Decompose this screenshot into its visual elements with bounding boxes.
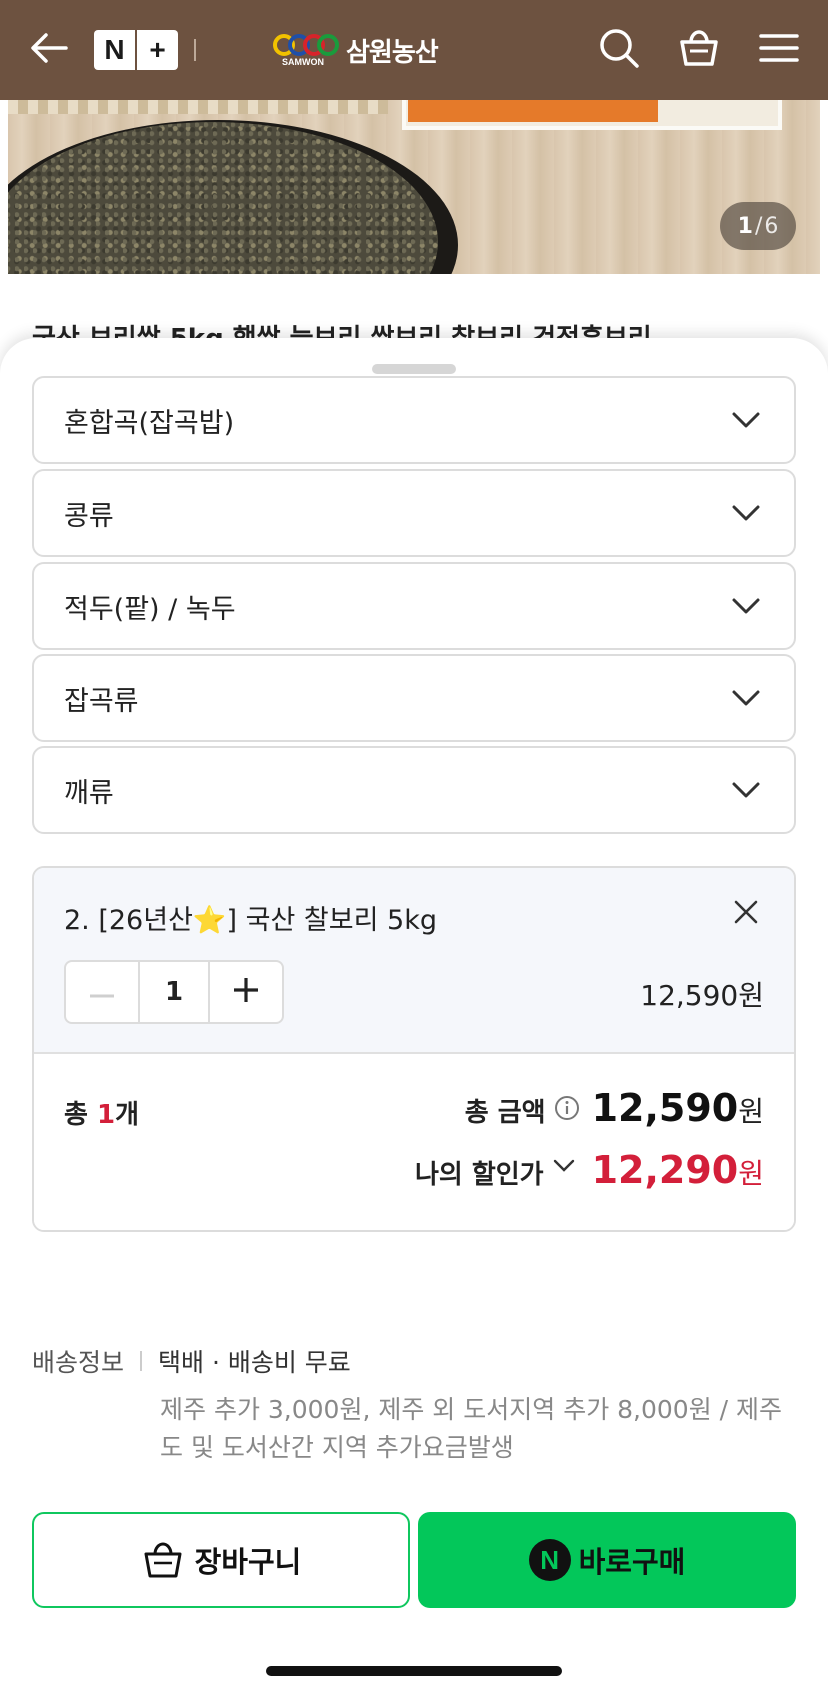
chevron-down-icon [728, 588, 764, 624]
minus-icon [89, 983, 115, 1002]
sheet-handle[interactable] [372, 364, 456, 374]
grain-strip [8, 100, 388, 114]
count-prefix: 총 [64, 1100, 97, 1130]
search-icon [598, 27, 640, 73]
home-indicator [266, 1666, 562, 1676]
quantity-value[interactable]: 1 [138, 962, 210, 1022]
option-select-red-bean[interactable]: 적두(팥) / 녹두 [32, 562, 796, 650]
store-brand[interactable]: SAMWON 삼원농산 [272, 31, 439, 69]
menu-button[interactable] [754, 25, 804, 75]
quantity-stepper: 1 [64, 960, 284, 1024]
chevron-down-icon [728, 495, 764, 531]
menu-icon [759, 32, 799, 68]
product-image-gallery[interactable]: 1 / 6 [8, 100, 820, 274]
shipping-info: 배송정보 택배 · 배송비 무료 제주 추가 3,000원, 제주 외 도서지역… [32, 1343, 796, 1467]
chevron-down-icon [728, 680, 764, 716]
image-counter: 1 / 6 [720, 202, 796, 250]
item-name-suffix: ] 국산 찰보리 5kg [226, 905, 437, 936]
purchase-option-sheet: 혼합곡(잡곡밥) 콩류 적두(팥) / 녹두 잡곡류 깨류 2. [26년산⭐]… [0, 338, 828, 1696]
samwon-logo-icon: SAMWON [272, 31, 340, 69]
naver-plus-logo[interactable]: N + [94, 30, 178, 70]
option-select-mixed-grain[interactable]: 혼합곡(잡곡밥) [32, 376, 796, 464]
discount-price-row[interactable]: 나의 할인가 12,290 원 [415, 1148, 764, 1192]
image-total: 6 [764, 213, 779, 239]
arrow-left-icon [30, 32, 68, 68]
total-label: 총 금액 [464, 1098, 546, 1128]
total-count: 총 1개 [64, 1094, 139, 1131]
remove-item-button[interactable] [726, 894, 766, 934]
star-emoji-icon: ⭐ [192, 905, 227, 936]
option-select-grains[interactable]: 잡곡류 [32, 654, 796, 742]
cart-header-button[interactable] [674, 25, 724, 75]
close-icon [733, 899, 759, 929]
back-button[interactable] [24, 25, 74, 75]
plus-icon [233, 977, 259, 1007]
buy-label: 바로구매 [578, 1545, 686, 1579]
total-amount: 12,590 [591, 1086, 739, 1130]
top-header: N + SAMWON 삼원농산 [0, 0, 828, 100]
shipping-label: 배송정보 [32, 1348, 125, 1377]
selected-item-name: 2. [26년산⭐] 국산 찰보리 5kg [64, 898, 437, 937]
option-select-beans[interactable]: 콩류 [32, 469, 796, 557]
image-current: 1 [737, 213, 753, 239]
package-label [408, 100, 658, 122]
info-icon[interactable] [554, 1095, 580, 1121]
selected-item-box: 2. [26년산⭐] 국산 찰보리 5kg 1 12,590원 총 1개 총 금… [32, 866, 796, 1232]
naver-pay-icon: N [528, 1539, 571, 1581]
cart-label: 장바구니 [194, 1545, 302, 1579]
brand-sub-label: SAMWON [282, 57, 324, 67]
chevron-down-icon [728, 772, 764, 808]
chevron-down-icon [728, 402, 764, 438]
total-amount-row: 총 금액 12,590 원 [465, 1086, 764, 1130]
shopping-bag-icon [141, 1538, 185, 1582]
option-label: 혼합곡(잡곡밥) [64, 407, 235, 439]
buy-now-button[interactable]: N 바로구매 [418, 1512, 796, 1608]
brand-name: 삼원농산 [346, 37, 439, 68]
image-separator: / [754, 213, 763, 239]
nplus-plus-label: + [149, 34, 166, 65]
shopping-bag-icon [678, 28, 720, 72]
option-label: 적두(팥) / 녹두 [64, 593, 236, 625]
option-select-sesame[interactable]: 깨류 [32, 746, 796, 834]
option-label: 잡곡류 [64, 685, 139, 717]
decrease-quantity-button[interactable] [66, 962, 138, 1022]
shipping-value: 택배 · 배송비 무료 [158, 1348, 351, 1377]
discount-label: 나의 할인가 [414, 1160, 544, 1190]
header-divider [194, 39, 196, 61]
item-name-prefix: 2. [26년산 [64, 905, 193, 936]
nplus-n-label: N [94, 30, 137, 70]
add-to-cart-button[interactable]: 장바구니 [32, 1512, 410, 1608]
count-number: 1 [96, 1100, 116, 1130]
chevron-down-icon [552, 1157, 578, 1183]
option-label: 콩류 [64, 500, 114, 532]
search-button[interactable] [594, 25, 644, 75]
shipping-note: 제주 추가 3,000원, 제주 외 도서지역 추가 8,000원 / 제주도 … [160, 1395, 783, 1462]
count-suffix: 개 [115, 1100, 139, 1130]
item-price: 12,590원 [640, 979, 764, 1012]
increase-quantity-button[interactable] [210, 962, 282, 1022]
discount-amount: 12,290 [591, 1148, 739, 1192]
shipping-divider [140, 1351, 143, 1371]
option-label: 깨류 [64, 777, 114, 809]
discount-currency: 원 [738, 1157, 764, 1190]
total-currency: 원 [738, 1095, 764, 1128]
